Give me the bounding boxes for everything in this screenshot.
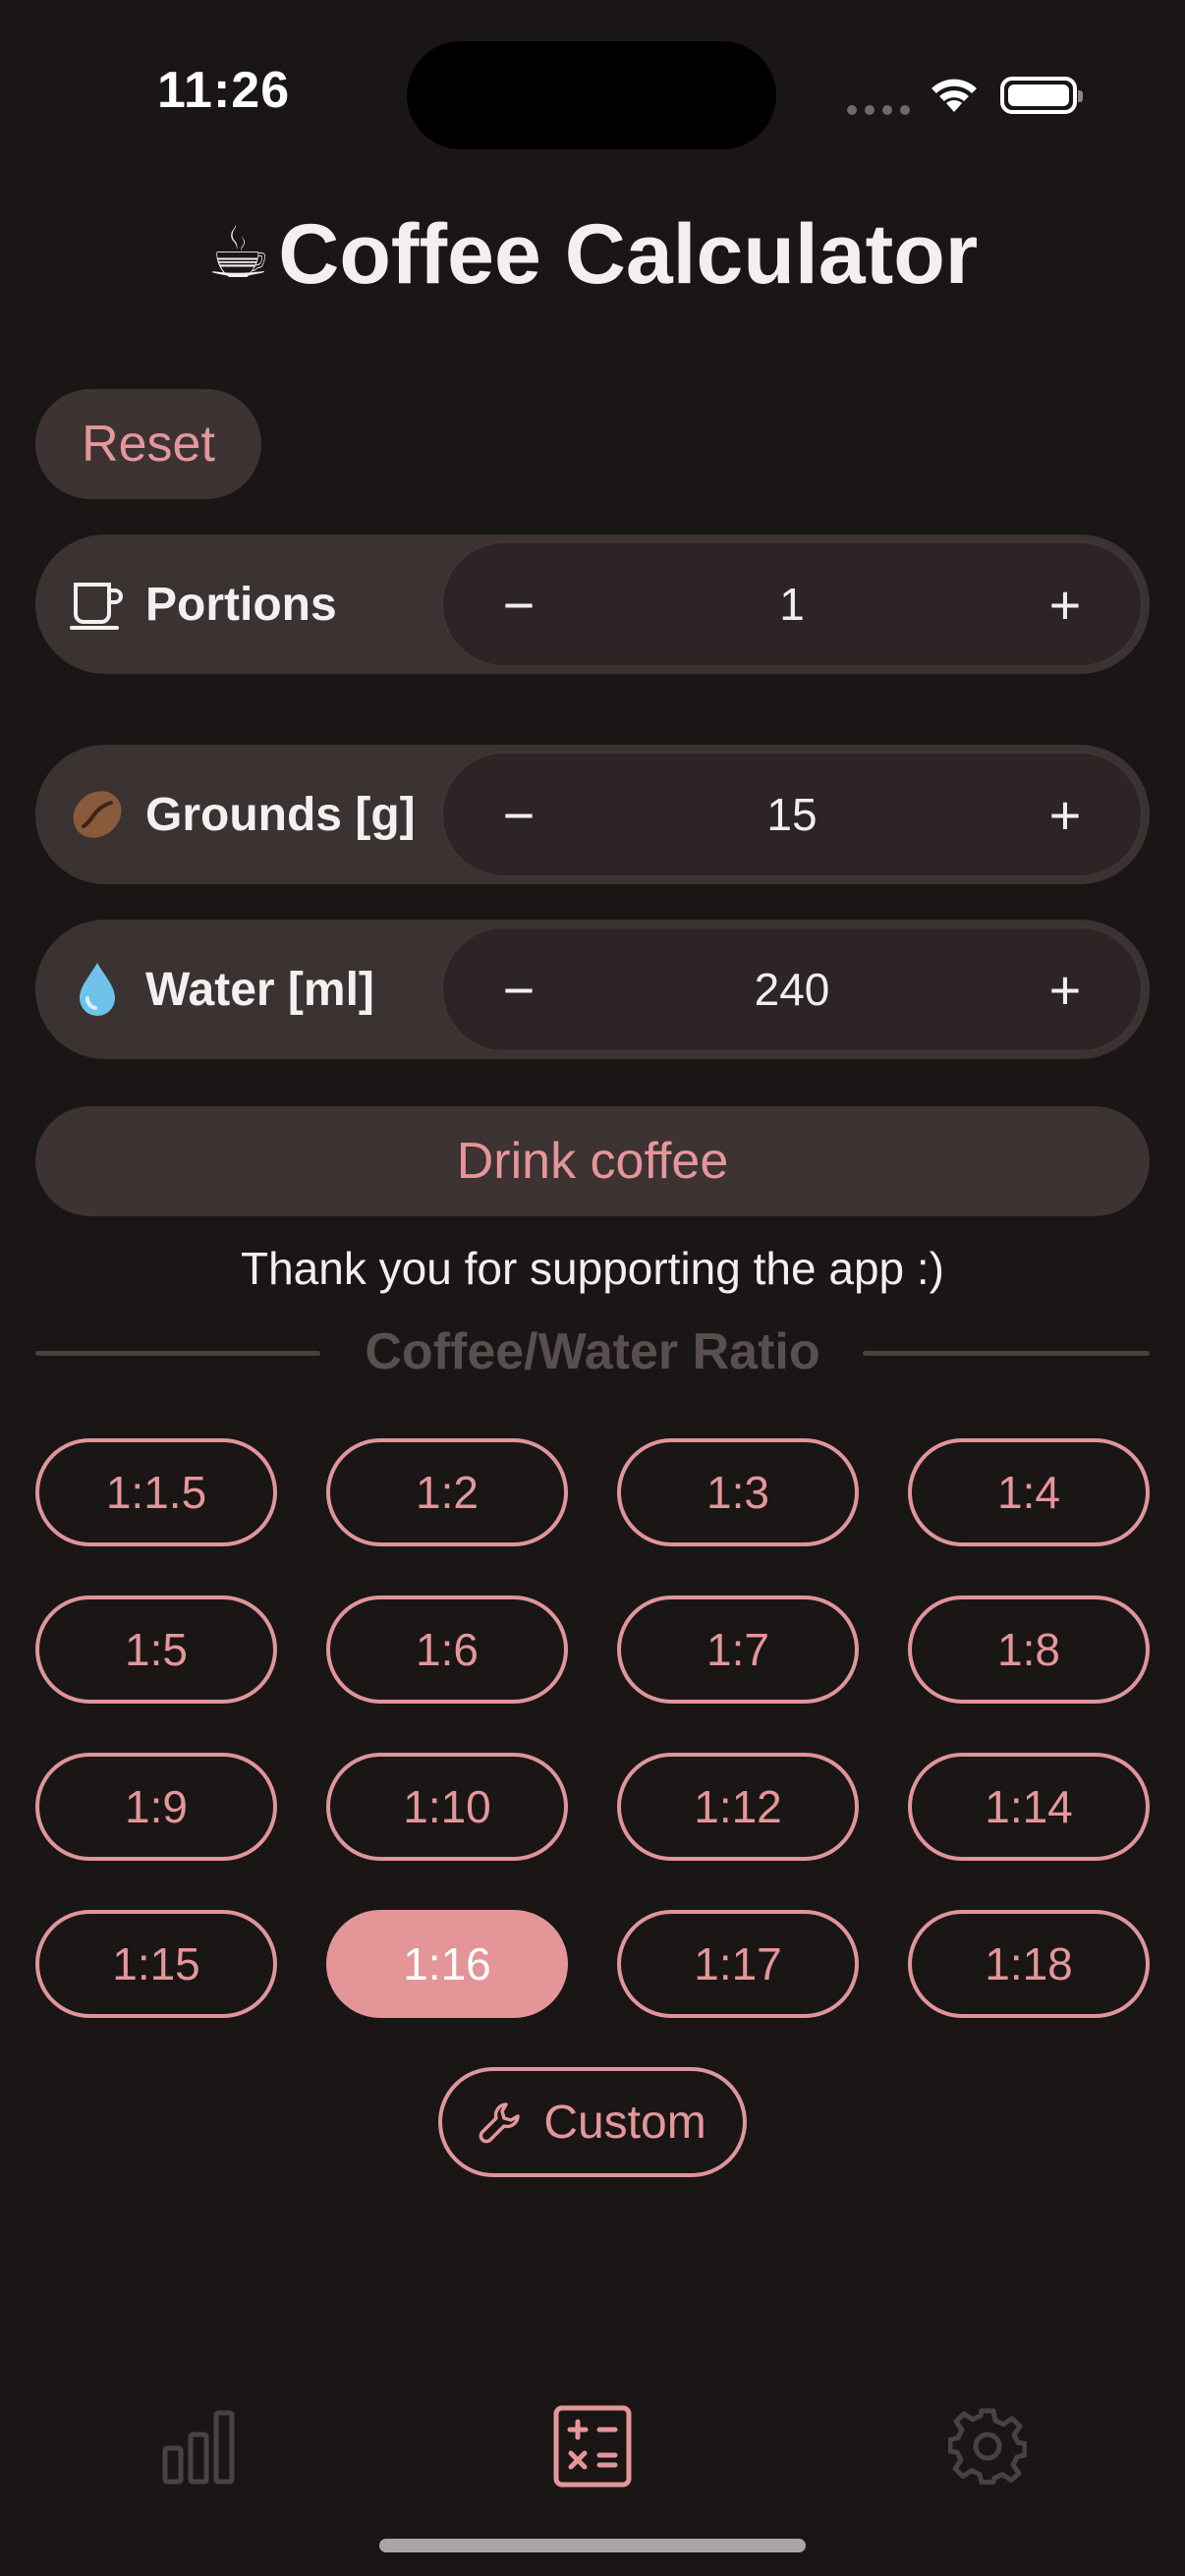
grounds-stepper: − 15 + [440,751,1144,878]
dynamic-island [407,41,776,149]
bar-chart-icon [162,2410,235,2485]
custom-ratio-button[interactable]: Custom [438,2067,747,2177]
ratio-option[interactable]: 1:18 [908,1910,1150,2018]
water-increment-button[interactable]: + [1006,925,1124,1053]
portions-label: Portions [67,534,337,674]
page-title-text: Coffee Calculator [278,207,979,302]
water-row: Water [ml] − 240 + [35,920,1150,1059]
ratio-option[interactable]: 1:1.5 [35,1438,277,1546]
grounds-row: Grounds [g] − 15 + [35,745,1150,884]
ratio-option[interactable]: 1:3 [617,1438,859,1546]
water-drop-icon [67,961,128,1018]
coffee-cup-icon: ☕ [206,214,271,293]
portions-row: Portions − 1 + [35,534,1150,674]
section-divider-right [863,1351,1150,1356]
status-time: 11:26 [157,62,291,119]
thanks-text: Thank you for supporting the app :) [241,1243,944,1294]
tab-statistics[interactable] [140,2397,257,2495]
wifi-icon [928,73,981,119]
ratio-option[interactable]: 1:12 [617,1753,859,1861]
gear-icon [948,2408,1027,2485]
portions-stepper: − 1 + [440,540,1144,668]
battery-icon [1000,77,1083,114]
grounds-increment-button[interactable]: + [1006,751,1124,878]
mug-icon [67,579,128,630]
wrench-icon [479,2100,522,2144]
ratio-option[interactable]: 1:8 [908,1596,1150,1704]
ratio-option[interactable]: 1:10 [326,1753,568,1861]
ratio-option[interactable]: 1:2 [326,1438,568,1546]
ratio-option[interactable]: 1:15 [35,1910,277,2018]
tab-settings[interactable] [929,2397,1046,2495]
ratio-option-selected[interactable]: 1:16 [326,1910,568,2018]
tab-calculator[interactable] [534,2397,651,2495]
page-title: ☕Coffee Calculator [0,206,1185,304]
drink-coffee-button[interactable]: Drink coffee [35,1106,1150,1216]
ratio-option[interactable]: 1:4 [908,1438,1150,1546]
ratio-option[interactable]: 1:5 [35,1596,277,1704]
ratio-grid: 1:1.5 1:2 1:3 1:4 1:5 1:6 1:7 1:8 1:9 1:… [35,1438,1150,2018]
ratio-option[interactable]: 1:9 [35,1753,277,1861]
home-indicator [379,2539,806,2552]
portions-label-text: Portions [145,578,337,631]
water-label: Water [ml] [67,920,374,1059]
custom-ratio-label: Custom [543,2096,706,2149]
coffee-bean-icon [67,787,128,842]
ratio-option[interactable]: 1:6 [326,1596,568,1704]
water-label-text: Water [ml] [145,963,374,1016]
calculator-icon [553,2405,632,2488]
water-stepper: − 240 + [440,925,1144,1053]
cellular-signal-icon [847,102,918,120]
ratio-option[interactable]: 1:14 [908,1753,1150,1861]
reset-button[interactable]: Reset [35,389,261,499]
portions-increment-button[interactable]: + [1006,540,1124,668]
ratio-option[interactable]: 1:7 [617,1596,859,1704]
grounds-label-text: Grounds [g] [145,788,416,841]
ratio-option[interactable]: 1:17 [617,1910,859,2018]
grounds-label: Grounds [g] [67,745,416,884]
